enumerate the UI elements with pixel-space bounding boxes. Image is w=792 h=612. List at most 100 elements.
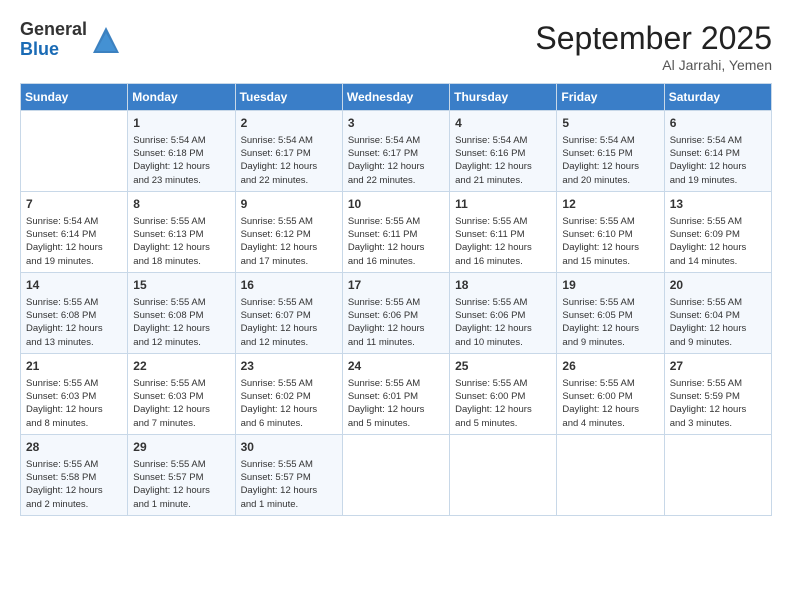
day-info: Sunrise: 5:55 AM <box>670 215 766 228</box>
day-info: and 13 minutes. <box>26 336 122 349</box>
day-info: Sunset: 6:06 PM <box>348 309 444 322</box>
page-header: General Blue September 2025 Al Jarrahi, … <box>20 20 772 73</box>
day-number: 1 <box>133 115 229 132</box>
calendar-cell: 18Sunrise: 5:55 AMSunset: 6:06 PMDayligh… <box>450 272 557 353</box>
day-info: Daylight: 12 hours <box>562 322 658 335</box>
calendar-week-4: 21Sunrise: 5:55 AMSunset: 6:03 PMDayligh… <box>21 353 772 434</box>
day-number: 17 <box>348 277 444 294</box>
day-info: Sunrise: 5:54 AM <box>26 215 122 228</box>
logo-text: General Blue <box>20 20 87 60</box>
day-info: Daylight: 12 hours <box>455 160 551 173</box>
day-number: 30 <box>241 439 337 456</box>
day-number: 15 <box>133 277 229 294</box>
day-info: Sunset: 5:57 PM <box>241 471 337 484</box>
calendar-cell: 3Sunrise: 5:54 AMSunset: 6:17 PMDaylight… <box>342 111 449 192</box>
day-info: Sunset: 6:09 PM <box>670 228 766 241</box>
calendar-week-2: 7Sunrise: 5:54 AMSunset: 6:14 PMDaylight… <box>21 191 772 272</box>
day-info: Sunrise: 5:55 AM <box>670 296 766 309</box>
weekday-header-row: SundayMondayTuesdayWednesdayThursdayFrid… <box>21 84 772 111</box>
day-info: and 1 minute. <box>241 498 337 511</box>
calendar-cell: 20 Sunrise: 5:55 AMSunset: 6:04 PMDayligh… <box>664 272 771 353</box>
day-info: Sunset: 6:00 PM <box>455 390 551 403</box>
day-number: 21 <box>26 358 122 375</box>
day-info: and 9 minutes. <box>562 336 658 349</box>
calendar-cell: 29Sunrise: 5:55 AMSunset: 5:57 PMDayligh… <box>128 434 235 515</box>
day-info: and 1 minute. <box>133 498 229 511</box>
day-info: and 16 minutes. <box>348 255 444 268</box>
day-info: Sunset: 6:04 PM <box>670 309 766 322</box>
day-info: Sunset: 6:08 PM <box>26 309 122 322</box>
calendar-cell <box>21 111 128 192</box>
day-info: Sunrise: 5:54 AM <box>133 134 229 147</box>
calendar-cell: 25Sunrise: 5:55 AMSunset: 6:00 PMDayligh… <box>450 353 557 434</box>
day-info: and 6 minutes. <box>241 417 337 430</box>
day-info: Daylight: 12 hours <box>133 241 229 254</box>
day-number: 23 <box>241 358 337 375</box>
day-number: 29 <box>133 439 229 456</box>
day-info: Daylight: 12 hours <box>26 322 122 335</box>
day-info: and 19 minutes. <box>26 255 122 268</box>
day-number: 18 <box>455 277 551 294</box>
day-info: and 14 minutes. <box>670 255 766 268</box>
day-info: Daylight: 12 hours <box>670 322 766 335</box>
day-number: 16 <box>241 277 337 294</box>
day-info: Sunrise: 5:54 AM <box>455 134 551 147</box>
day-info: Sunrise: 5:55 AM <box>133 296 229 309</box>
day-number: 13 <box>670 196 766 213</box>
calendar-cell <box>557 434 664 515</box>
day-info: Sunrise: 5:55 AM <box>241 215 337 228</box>
day-number: 3 <box>348 115 444 132</box>
day-info: Sunset: 6:06 PM <box>455 309 551 322</box>
day-info: Sunset: 6:14 PM <box>670 147 766 160</box>
day-info: Sunset: 6:12 PM <box>241 228 337 241</box>
calendar-cell: 27Sunrise: 5:55 AMSunset: 5:59 PMDayligh… <box>664 353 771 434</box>
day-info: Sunrise: 5:54 AM <box>670 134 766 147</box>
weekday-sunday: Sunday <box>21 84 128 111</box>
day-info: and 19 minutes. <box>670 174 766 187</box>
day-info: and 15 minutes. <box>562 255 658 268</box>
day-info: Daylight: 12 hours <box>241 484 337 497</box>
day-info: Sunrise: 5:54 AM <box>241 134 337 147</box>
day-info: Sunset: 6:17 PM <box>348 147 444 160</box>
day-number: 22 <box>133 358 229 375</box>
day-number: 20 <box>670 277 766 294</box>
day-info: Sunrise: 5:55 AM <box>562 296 658 309</box>
day-info: and 12 minutes. <box>133 336 229 349</box>
day-info: Daylight: 12 hours <box>348 322 444 335</box>
calendar-week-3: 14Sunrise: 5:55 AMSunset: 6:08 PMDayligh… <box>21 272 772 353</box>
day-number: 28 <box>26 439 122 456</box>
day-info: Sunset: 6:11 PM <box>348 228 444 241</box>
day-info: Sunset: 6:08 PM <box>133 309 229 322</box>
calendar-cell: 5Sunrise: 5:54 AMSunset: 6:15 PMDaylight… <box>557 111 664 192</box>
day-info: Sunset: 6:07 PM <box>241 309 337 322</box>
calendar-cell: 7Sunrise: 5:54 AMSunset: 6:14 PMDaylight… <box>21 191 128 272</box>
calendar-cell: 21Sunrise: 5:55 AMSunset: 6:03 PMDayligh… <box>21 353 128 434</box>
day-info: Sunrise: 5:55 AM <box>348 377 444 390</box>
month-title: September 2025 <box>535 20 772 57</box>
day-info: Sunrise: 5:55 AM <box>455 296 551 309</box>
calendar-cell: 13Sunrise: 5:55 AMSunset: 6:09 PMDayligh… <box>664 191 771 272</box>
calendar-cell: 15Sunrise: 5:55 AMSunset: 6:08 PMDayligh… <box>128 272 235 353</box>
calendar-cell: 9Sunrise: 5:55 AMSunset: 6:12 PMDaylight… <box>235 191 342 272</box>
title-block: September 2025 Al Jarrahi, Yemen <box>535 20 772 73</box>
day-number: 2 <box>241 115 337 132</box>
calendar-cell: 17Sunrise: 5:55 AMSunset: 6:06 PMDayligh… <box>342 272 449 353</box>
day-number: 24 <box>348 358 444 375</box>
calendar-body: 1Sunrise: 5:54 AMSunset: 6:18 PMDaylight… <box>21 111 772 516</box>
day-info: Sunset: 6:16 PM <box>455 147 551 160</box>
day-info: Sunrise: 5:55 AM <box>133 458 229 471</box>
day-info: and 7 minutes. <box>133 417 229 430</box>
day-info: Sunrise: 5:54 AM <box>562 134 658 147</box>
day-info: and 2 minutes. <box>26 498 122 511</box>
logo-general: General <box>20 20 87 40</box>
day-info: Daylight: 12 hours <box>133 403 229 416</box>
day-number: 26 <box>562 358 658 375</box>
day-info: and 17 minutes. <box>241 255 337 268</box>
day-info: Sunset: 5:58 PM <box>26 471 122 484</box>
day-info: and 20 minutes. <box>562 174 658 187</box>
day-number: 7 <box>26 196 122 213</box>
day-info: and 18 minutes. <box>133 255 229 268</box>
day-info: and 3 minutes. <box>670 417 766 430</box>
calendar-cell: 16Sunrise: 5:55 AMSunset: 6:07 PMDayligh… <box>235 272 342 353</box>
weekday-wednesday: Wednesday <box>342 84 449 111</box>
